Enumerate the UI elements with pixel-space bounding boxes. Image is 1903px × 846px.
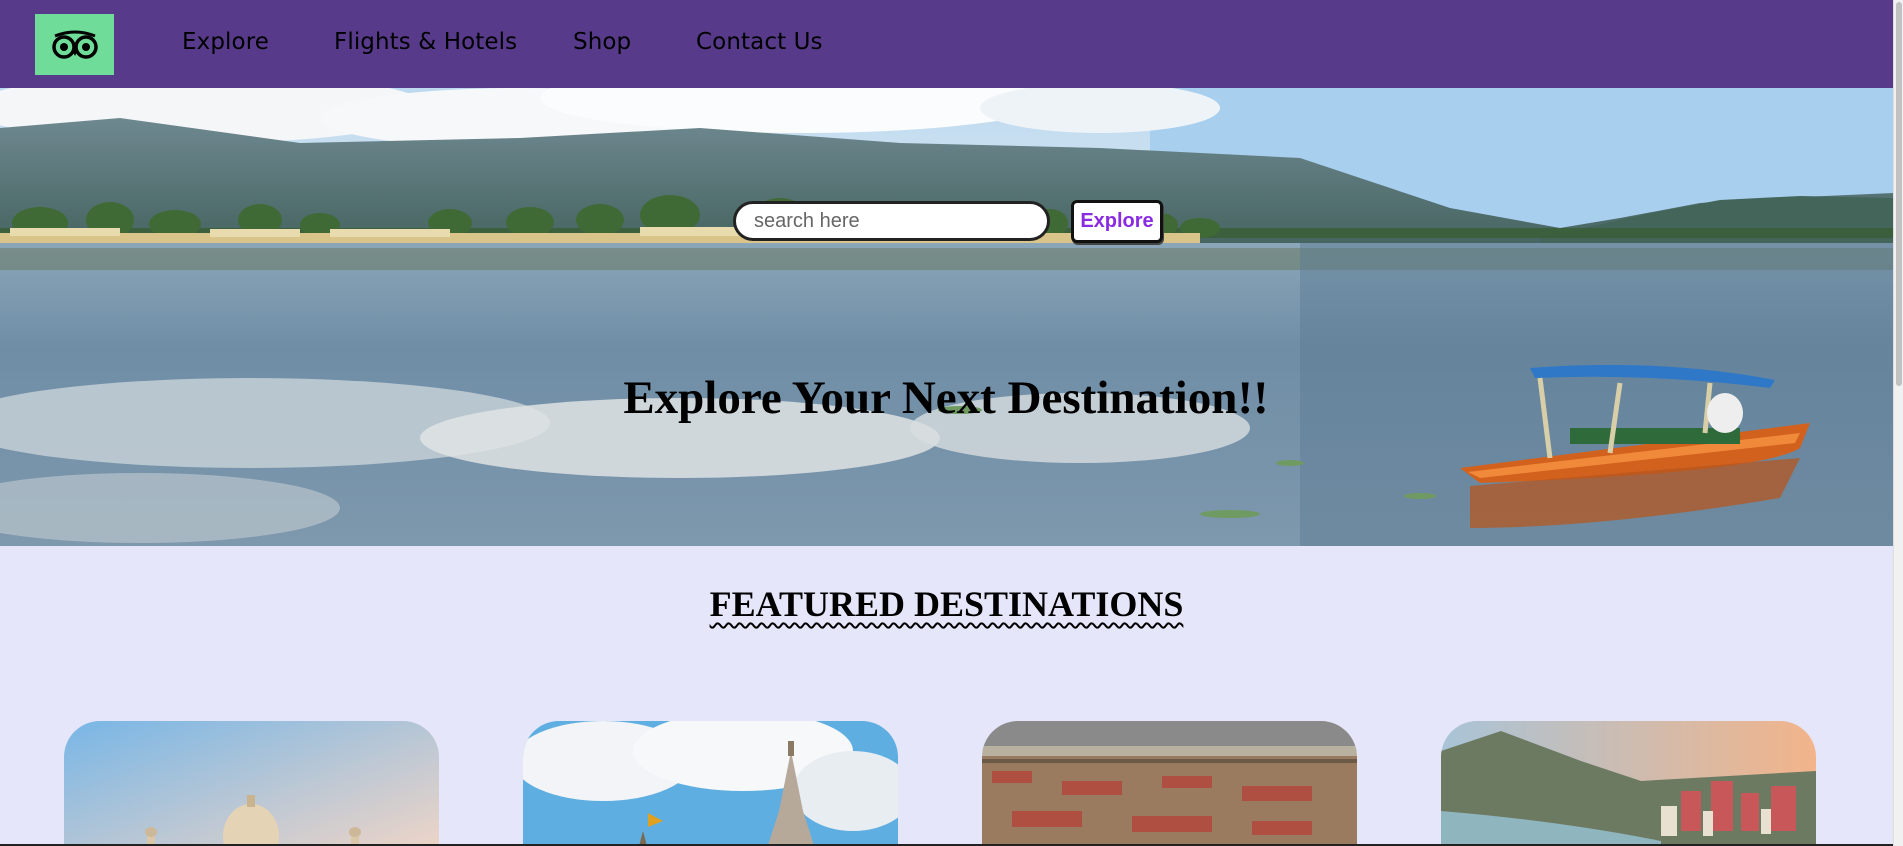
navbar: Explore Flights & Hotels Shop Contact Us	[0, 0, 1893, 88]
destination-card-temple[interactable]	[523, 721, 898, 846]
riverside-town-image	[1441, 721, 1816, 846]
destination-card-riverside[interactable]	[1441, 721, 1816, 846]
owl-eyes-logo-icon	[51, 30, 98, 59]
search-input[interactable]	[733, 201, 1050, 241]
scrollbar-thumb[interactable]	[1896, 2, 1902, 386]
lake-landscape-image	[0, 88, 1893, 546]
logo[interactable]	[35, 14, 114, 75]
destination-card-festival[interactable]	[982, 721, 1357, 846]
vertical-scrollbar[interactable]	[1893, 0, 1903, 846]
featured-destinations-heading: FEATURED DESTINATIONS	[709, 584, 1184, 624]
festival-crowd-image	[982, 721, 1357, 846]
taj-mahal-image	[64, 721, 439, 846]
hero-title: Explore Your Next Destination!!	[0, 371, 1893, 425]
temple-spire-image	[523, 721, 898, 846]
search-explore-button[interactable]: Explore	[1071, 200, 1163, 243]
hero-banner: Explore Explore Your Next Destination!!	[0, 88, 1893, 546]
nav-link-flights-hotels[interactable]: Flights & Hotels	[334, 29, 517, 55]
nav-link-contact-us[interactable]: Contact Us	[696, 29, 823, 55]
destination-card-taj-mahal[interactable]	[64, 721, 439, 846]
nav-link-shop[interactable]: Shop	[573, 29, 631, 55]
hero-title-text: Explore Your Next Destination!!	[623, 372, 1269, 424]
nav-link-explore[interactable]: Explore	[182, 29, 269, 55]
